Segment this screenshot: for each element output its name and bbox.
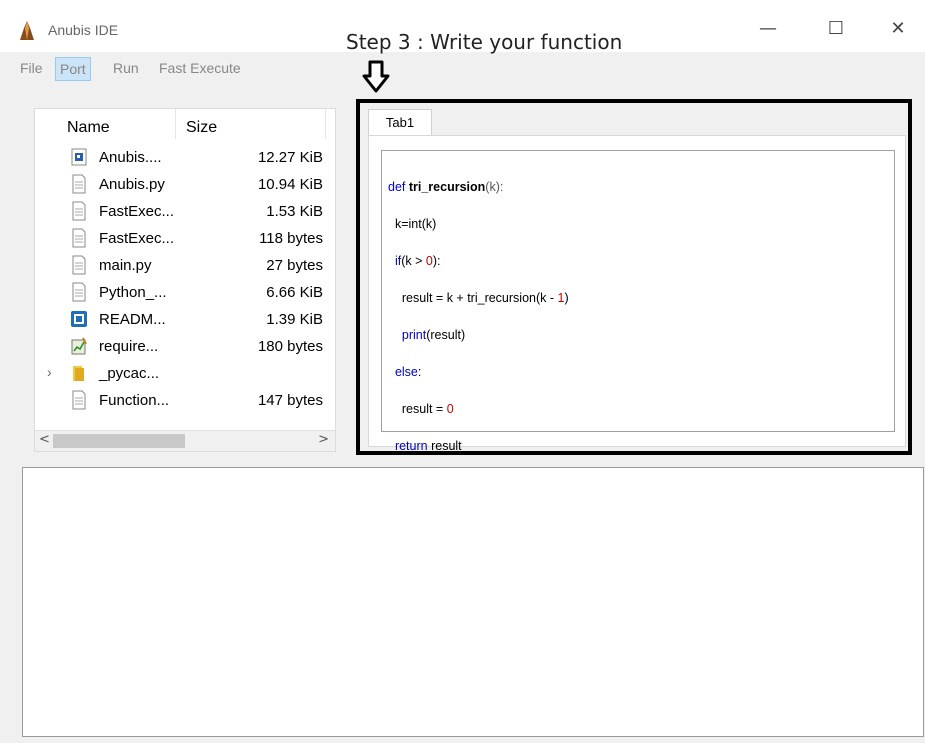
code-line: else: <box>388 363 569 382</box>
code-function-name: tri_recursion <box>408 179 486 194</box>
folder-name: _pycac... <box>99 365 160 382</box>
file-row[interactable]: require... 180 bytes <box>35 333 335 360</box>
file-size: 1.53 KiB <box>266 203 323 220</box>
file-name: Anubis.... <box>99 149 162 166</box>
code-keyword: return <box>388 438 428 453</box>
menu-run[interactable]: Run <box>109 57 143 79</box>
scroll-right-icon[interactable]: > <box>318 432 329 447</box>
file-size: 12.27 KiB <box>257 149 323 166</box>
close-button[interactable]: ✕ <box>876 12 920 46</box>
document-icon <box>72 282 86 302</box>
file-browser: Name Size Anubis.... 12.27 KiB Anubis.py… <box>34 108 336 452</box>
step-annotation: Step 3 : Write your function <box>346 30 623 54</box>
file-size: 10.94 KiB <box>257 176 323 193</box>
minimize-button[interactable]: — <box>746 12 790 46</box>
text-chart-icon <box>71 337 87 355</box>
file-row[interactable]: Function... 147 bytes <box>35 387 335 414</box>
code-text-span: (result) <box>426 327 466 342</box>
file-name: Function... <box>99 392 170 409</box>
file-row[interactable]: Anubis.... 12.27 KiB <box>35 144 335 171</box>
horizontal-scrollbar[interactable]: < > <box>35 430 335 451</box>
scroll-left-icon[interactable]: < <box>39 432 50 447</box>
code-line: result = 0 <box>388 400 569 419</box>
file-size: 6.66 KiB <box>266 284 323 301</box>
file-name: READM... <box>99 311 166 328</box>
file-row[interactable]: FastExec... 118 bytes <box>35 225 335 252</box>
code-line: if(k > 0): <box>388 252 569 271</box>
file-name: main.py <box>99 257 152 274</box>
file-size: 27 bytes <box>266 257 323 274</box>
expand-chevron-icon[interactable]: › <box>47 364 52 380</box>
file-size: 180 bytes <box>257 338 323 355</box>
code-text-span: (k): <box>485 179 504 194</box>
code-keyword: else <box>388 364 418 379</box>
code-text-span: k=int(k) <box>388 216 437 231</box>
code-line: k=int(k) <box>388 215 569 234</box>
code-line: def tri_recursion(k): <box>388 178 569 197</box>
tab-pane: def tri_recursion(k): k=int(k) if(k > 0)… <box>368 135 906 453</box>
file-name: FastExec... <box>99 203 175 220</box>
code-text-span: result = k + tri_recursion(k - <box>388 290 558 305</box>
markdown-icon <box>71 311 87 327</box>
code-keyword: if <box>388 253 402 268</box>
code-line: print(result) <box>388 326 569 345</box>
file-row[interactable]: Python_... 6.66 KiB <box>35 279 335 306</box>
file-name: Anubis.py <box>99 176 165 193</box>
code-editor[interactable]: def tri_recursion(k): k=int(k) if(k > 0)… <box>381 150 895 453</box>
scrollbar-thumb[interactable] <box>53 434 185 448</box>
document-icon <box>72 174 86 194</box>
editor-highlight-frame: Tab1 def tri_recursion(k): k=int(k) if(k… <box>356 99 912 455</box>
document-icon <box>72 255 86 275</box>
code-line: result = k + tri_recursion(k - 1) <box>388 289 569 308</box>
maximize-button[interactable]: ☐ <box>814 12 858 46</box>
menu-port[interactable]: Port <box>55 57 91 81</box>
file-row[interactable]: READM... 1.39 KiB <box>35 306 335 333</box>
code-text-span: result <box>427 438 462 453</box>
menu-file[interactable]: File <box>16 57 47 79</box>
column-header-name[interactable]: Name <box>67 119 110 137</box>
column-divider[interactable] <box>325 109 326 139</box>
tab-tab1[interactable]: Tab1 <box>368 109 432 136</box>
document-icon <box>72 201 86 221</box>
down-arrow-icon <box>362 60 390 93</box>
output-console[interactable] <box>22 467 924 737</box>
code-keyword: print <box>388 327 427 342</box>
code-line: return result <box>388 437 569 456</box>
document-icon <box>72 228 86 248</box>
file-size: 147 bytes <box>257 392 323 409</box>
column-divider[interactable] <box>175 109 176 139</box>
folder-row[interactable]: › _pycac... <box>35 360 335 387</box>
file-name: FastExec... <box>99 230 175 247</box>
code-text[interactable]: def tri_recursion(k): k=int(k) if(k > 0)… <box>388 159 569 492</box>
code-text-span: ) <box>564 290 569 305</box>
code-text-span: (k > <box>401 253 426 268</box>
window-title: Anubis IDE <box>48 22 119 38</box>
document-icon <box>72 390 86 410</box>
code-keyword: def <box>388 179 409 194</box>
file-row[interactable]: FastExec... 1.53 KiB <box>35 198 335 225</box>
menu-bar: File Port Run Fast Execute <box>0 54 925 82</box>
image-file-icon <box>71 148 87 166</box>
file-name: Python_... <box>99 284 167 301</box>
menu-fast-execute[interactable]: Fast Execute <box>155 57 245 79</box>
code-number: 0 <box>425 253 433 268</box>
folder-icon <box>73 366 84 381</box>
column-header-size[interactable]: Size <box>186 119 217 137</box>
code-text-span: ): <box>432 253 441 268</box>
code-text-span: result = <box>388 401 447 416</box>
file-row[interactable]: Anubis.py 10.94 KiB <box>35 171 335 198</box>
anubis-app-icon <box>20 21 34 40</box>
file-name: require... <box>99 338 159 355</box>
code-text-span: : <box>417 364 422 379</box>
file-size: 118 bytes <box>259 230 323 247</box>
file-size: 1.39 KiB <box>266 311 323 328</box>
code-number: 0 <box>446 401 454 416</box>
file-row[interactable]: main.py 27 bytes <box>35 252 335 279</box>
